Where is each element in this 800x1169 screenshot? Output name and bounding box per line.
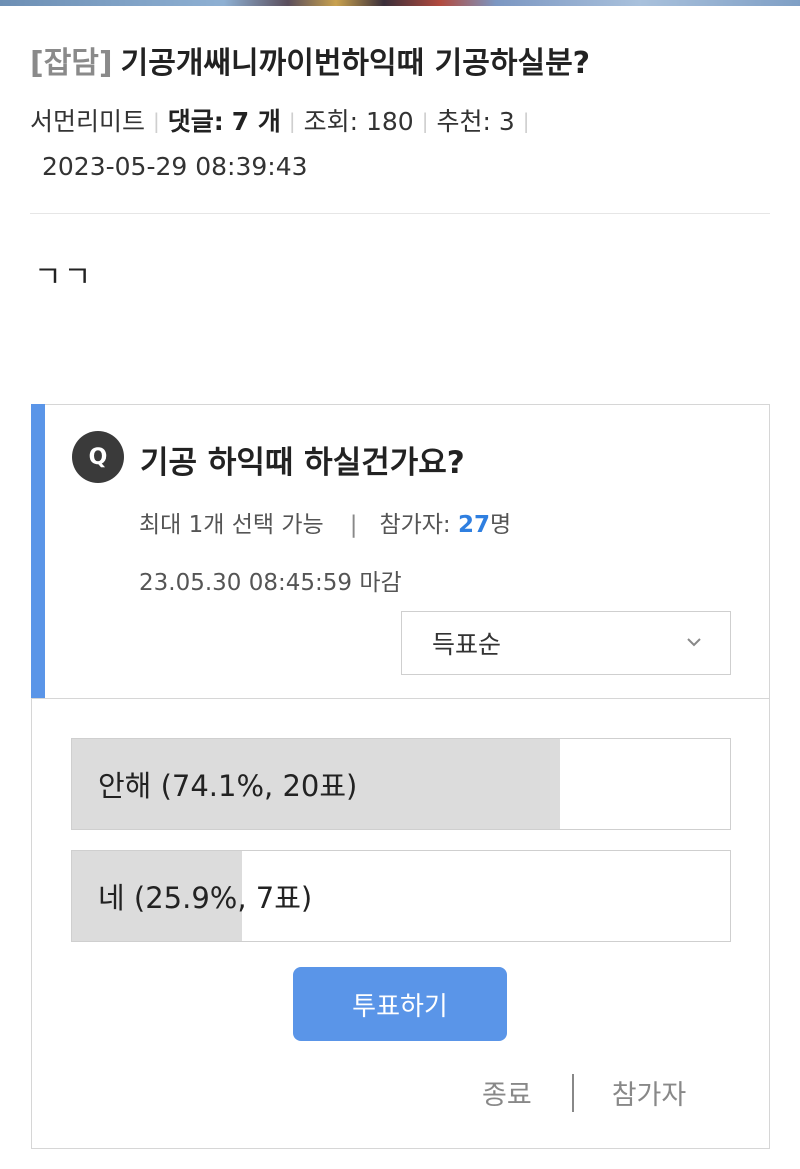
author-name[interactable]: 서먼리미트: [30, 107, 145, 136]
sort-selected-value: 득표순: [432, 630, 502, 659]
meta-separator: |: [421, 109, 429, 133]
meta-separator: |: [288, 109, 296, 133]
post-body: ㄱㄱ: [34, 260, 94, 295]
post-date: 2023-05-29 08:39:43: [42, 152, 308, 181]
post-title: [잡담] 기공개쌔니까이번하익때 기공하실분?: [30, 38, 775, 82]
recommend-label: 추천:: [436, 107, 491, 136]
poll-option[interactable]: 네 (25.9%, 7표): [71, 850, 731, 942]
question-badge-icon: Q: [72, 431, 124, 483]
comments-label: 댓글:: [167, 107, 224, 136]
poll-info: 최대 1개 선택 가능 | 참가자: 27명: [139, 505, 511, 539]
poll-footer-links: 종료 참가자: [482, 1073, 686, 1112]
post-meta: 서먼리미트 | 댓글: 7 개 | 조회: 180 | 추천: 3 | 2023-05-29 …: [30, 104, 770, 185]
option-label: 안해 (74.1%, 20표): [98, 769, 358, 803]
poll-accent-bar: [31, 404, 45, 698]
vote-button[interactable]: 투표하기: [293, 967, 507, 1041]
poll-box: Q 기공 하익때 하실건가요? 최대 1개 선택 가능 | 참가자: 27명 23.…: [31, 404, 770, 1149]
comments-count[interactable]: 7 개: [232, 107, 281, 136]
link-divider: [571, 1073, 574, 1112]
recommend-count: 3: [498, 107, 515, 136]
end-poll-link[interactable]: 종료: [482, 1073, 532, 1112]
chevron-down-icon: [687, 638, 701, 647]
participants-unit: 명: [490, 512, 512, 538]
poll-question: 기공 하익때 하실건가요?: [140, 445, 465, 481]
meta-separator: |: [153, 109, 160, 133]
participants-count: 27: [457, 512, 490, 538]
poll-deadline: 23.05.30 08:45:59 마감: [139, 570, 402, 596]
meta-separator: |: [522, 109, 530, 133]
option-label: 네 (25.9%, 7표): [98, 881, 313, 915]
post-title-text: 기공개쌔니까이번하익때 기공하실분?: [120, 46, 591, 81]
top-banner-image: [0, 0, 800, 6]
max-select-text: 최대 1개 선택 가능: [139, 512, 324, 538]
info-separator: |: [349, 512, 358, 538]
views-label: 조회:: [303, 107, 359, 136]
header-divider: [30, 213, 770, 214]
poll-header-divider: [32, 698, 769, 699]
sort-select[interactable]: 득표순: [401, 611, 731, 675]
poll-option[interactable]: 안해 (74.1%, 20표): [71, 738, 731, 830]
participants-link[interactable]: 참가자: [612, 1073, 687, 1112]
views-count: 180: [365, 107, 414, 136]
participants-label: 참가자:: [379, 512, 451, 538]
post-category: [잡담]: [30, 46, 113, 81]
